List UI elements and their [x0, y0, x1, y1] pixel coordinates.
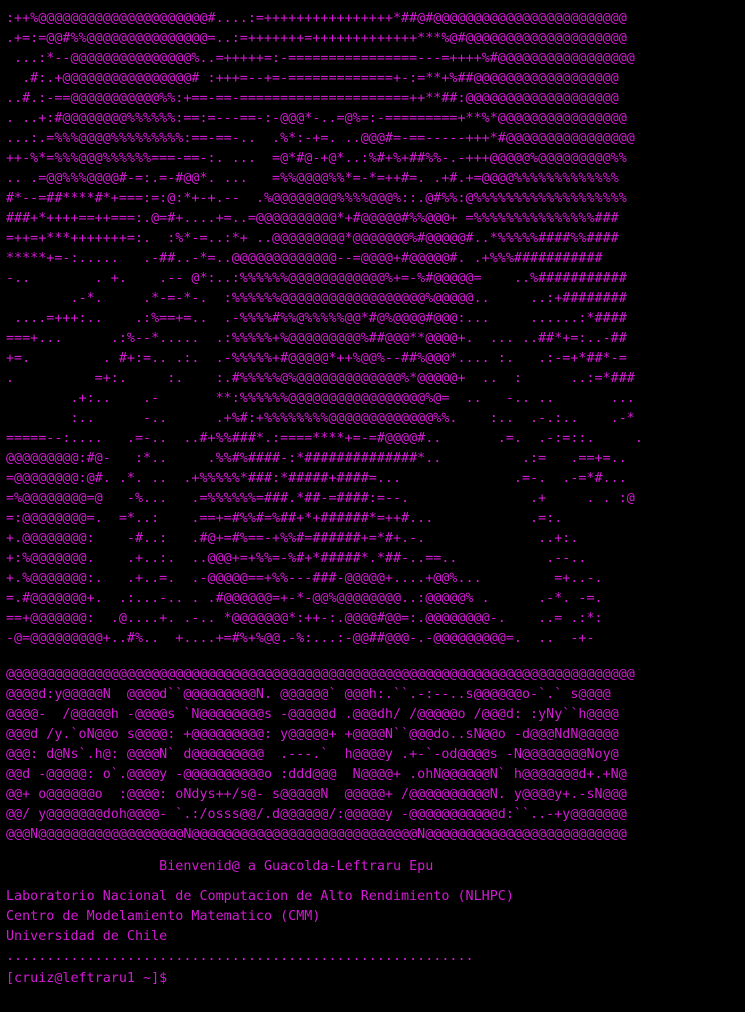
ascii-logo-line: @@d -@@@@@: o`.@@@@y -@@@@@@@@@@o :ddd@@…: [6, 767, 627, 782]
ascii-art-line: =====--:.... .=-.. ..#+%%###*.:====****+…: [6, 431, 643, 446]
ascii-logo-line: @@/ y@@@@@@@doh@@@@- `.:/osss@@/.d@@@@@@…: [6, 807, 627, 822]
text-cursor: [175, 967, 176, 982]
ascii-logo-line: @@@d /y.`oN@@o s@@@@: +@@@@@@@@@: y@@@@@…: [6, 727, 619, 742]
shell-prompt-line[interactable]: [cruiz@leftraru1 ~]$: [6, 967, 745, 987]
ascii-art-line: *****+=-:..... .-##..-*=..@@@@@@@@@@@@@-…: [6, 251, 603, 266]
info-line: Universidad de Chile: [6, 929, 168, 944]
ascii-logo-line: @@@: d@Ns`.h@: @@@@N` d@@@@@@@@@ .---.` …: [6, 747, 619, 762]
ascii-art-line: =@@@@@@@@:@#. .*. .. .+%%%%%*###:*#####+…: [6, 471, 627, 486]
ascii-art-line: =.#@@@@@@@+. .:...-.. . .#@@@@@@=+-*-@@%…: [6, 591, 603, 606]
ascii-art-line: ------------------------------ ---------…: [6, 0, 745, 9]
ascii-art-line: .-*. .*-=-*-. :%%%%%%@@@@@@@@@@@@@@@@@@%…: [6, 291, 627, 306]
ascii-art-line: ..#.:-==@@@@@@@@@@@%%:+==-==-===========…: [6, 91, 619, 106]
ascii-art-line: :++%@@@@@@@@@@@@@@@@@@@@@#....:=++++++++…: [6, 11, 627, 26]
ascii-art-line: +=. . #+:=.. .:. .-%%%%%+#@@@@@*++%@@%--…: [6, 351, 627, 366]
ascii-art-line: :.. -.. .+%#:+%%%%%%%%@@@@@@@@@@@@@%%. :…: [6, 411, 635, 426]
ascii-art-line: .+=:=@@#%%@@@@@@@@@@@@@@@=..:=+++++++=++…: [6, 31, 627, 46]
shell-prompt: [cruiz@leftraru1 ~]$: [6, 971, 176, 986]
ascii-art-line: . ..+:#@@@@@@@@%%%%%%:==:=---==-:-@@@*-.…: [6, 111, 627, 126]
ascii-art-line: ...:.=%%%@@@@%%%%%%%%%:==-==-.. .%*:-+=.…: [6, 131, 635, 146]
ascii-art-line: .+:.. .- **:%%%%%%@@@@@@@@@@@@@@@@@%@= .…: [6, 391, 635, 406]
ascii-art-line: =++=+***+++++++=:. :%*-=..:*+ ..@@@@@@@@…: [6, 231, 619, 246]
ascii-art-line: @@@@@@@@@:#@- :*.. .%%#%####-:*#########…: [6, 451, 627, 466]
ascii-art-line: +.@@@@@@@@: -#..: .#@+=#%==-+%%#=######+…: [6, 531, 579, 546]
ascii-art-line: ++-%*=%%%@@@%%%%%%===-==-:. ... =@*#@-+@…: [6, 151, 627, 166]
ascii-art-line: =:@@@@@@@@=. =*..: .==+=#%%#=%##+*+#####…: [6, 511, 563, 526]
terminal-window[interactable]: ------------------------------ ---------…: [0, 0, 745, 1012]
institution-info: Laboratorio Nacional de Computacion de A…: [6, 887, 745, 947]
ascii-logo-line: @@@@- /@@@@@h -@@@@s `N@@@@@@@@s -@@@@@d…: [6, 707, 619, 722]
info-line: Centro de Modelamiento Matematico (CMM): [6, 909, 321, 924]
ascii-logo-line: @@@N@@@@@@@@@@@@@@@@@@N@@@@@@@@@@@@@@@@@…: [6, 827, 627, 842]
ascii-art-line: ===+... .:%--*..... .:%%%%%+%@@@@@@@@@%#…: [6, 331, 627, 346]
ascii-art-line: +:%@@@@@@@. .+..:. ..@@@+=+%%=-%#+*#####…: [6, 551, 587, 566]
ascii-logo-line: @@@@d:y@@@@@N @@@@d``@@@@@@@@@N. @@@@@@`…: [6, 687, 611, 702]
ascii-art-line: ==+@@@@@@@: .@....+. .-.. *@@@@@@@*:++-:…: [6, 611, 603, 626]
ascii-art-line: +.%@@@@@@@:. .+..=. .-@@@@@==+%%---###-@…: [6, 571, 603, 586]
ascii-art-image: ------------------------------ ---------…: [6, 0, 745, 649]
welcome-message: Bienvenid@ a Guacolda-Leftraru Epu: [6, 859, 434, 874]
ascii-art-line: . =+:. :. :.#%%%%%@%@@@@@@@@@@@@@%*@@@@@…: [6, 371, 635, 386]
separator-line: ........................................…: [6, 949, 474, 964]
ascii-logo-line: @@+ o@@@@@@o :@@@@: oNdys++/s@- s@@@@@N …: [6, 787, 627, 802]
ascii-art-line: ....=+++:.. .:%==+=.. .-%%%%#%%@%%%%%@@*…: [6, 311, 627, 326]
ascii-logo-line: @@@@@@@@@@@@@@@@@@@@@@@@@@@@@@@@@@@@@@@@…: [6, 667, 635, 682]
ascii-art-line: .#:.+@@@@@@@@@@@@@@@@# :+++=--+=-=======…: [6, 71, 619, 86]
ascii-art-line: -@=@@@@@@@@@+..#%.. +....+=#%+%@@.-%:...…: [6, 631, 595, 646]
ascii-art-line: #*--=##****#*+===:=:@:*+-+.-- .%@@@@@@@@…: [6, 191, 627, 206]
ascii-logo-nlhpc: @@@@@@@@@@@@@@@@@@@@@@@@@@@@@@@@@@@@@@@@…: [6, 665, 745, 845]
ascii-art-line: .. .=@@%%%@@@@#-=:.=-#@@*. ... =%%@@@@%%…: [6, 171, 619, 186]
ascii-art-line: ###+*++++==++===:.@=#+....+=..=@@@@@@@@@…: [6, 211, 619, 226]
ascii-art-line: =%@@@@@@@@=@ -%... .=%%%%%%=###.*##-=###…: [6, 491, 635, 506]
info-line: Laboratorio Nacional de Computacion de A…: [6, 889, 514, 904]
ascii-art-line: -.. . +. .-- @*:..:%%%%%%@@@@@@@@@@@@%+=…: [6, 271, 627, 286]
ascii-art-line: ...:*--@@@@@@@@@@@@@@@%..=+++++=:-======…: [6, 51, 635, 66]
